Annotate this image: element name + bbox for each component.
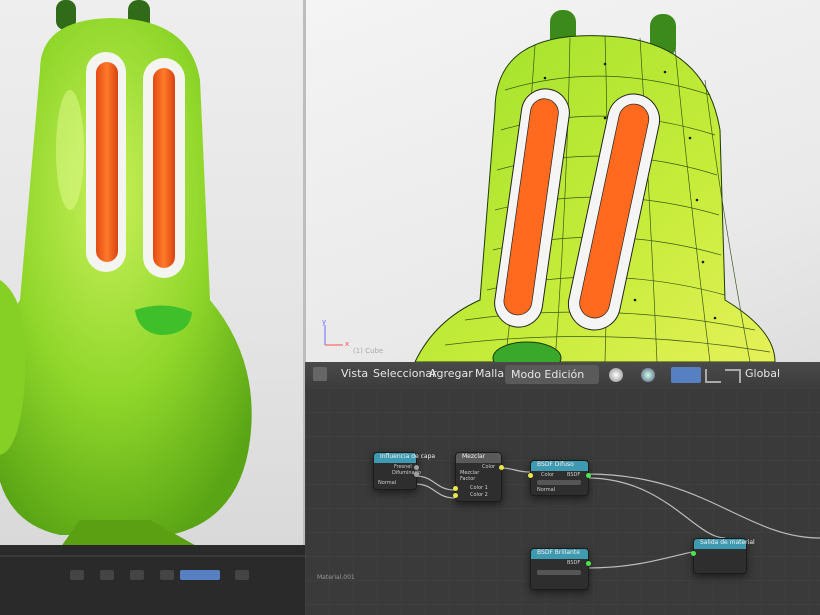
output-socket[interactable] — [586, 561, 591, 566]
input-socket[interactable] — [453, 486, 458, 491]
node-row: BSDF — [567, 472, 581, 478]
frame-field[interactable] — [180, 570, 220, 580]
play-back-icon[interactable] — [70, 570, 84, 580]
roughness-field[interactable] — [537, 570, 581, 575]
menu-malla[interactable]: Malla — [475, 367, 504, 380]
node-mix[interactable]: Mezclar Color Mezclar Factor Color 1 Col… — [453, 452, 504, 502]
node-bsdf-bottom[interactable]: BSDF Brillante BSDF — [530, 548, 591, 590]
3d-viewport[interactable]: y x (1) Cube — [305, 0, 820, 362]
input-socket[interactable] — [691, 551, 696, 556]
output-socket[interactable] — [499, 465, 504, 470]
viewport-menu-bar: Vista Seleccionar Agregar Malla Modo Edi… — [305, 362, 820, 388]
menu-agregar[interactable]: Agregar — [429, 367, 473, 380]
render-preview-panel — [0, 0, 305, 545]
material-label: Material.001 — [317, 574, 355, 581]
object-label: (1) Cube — [353, 347, 384, 355]
input-socket[interactable] — [528, 473, 533, 478]
pivot-icon[interactable] — [641, 368, 655, 382]
axis-y-label: y — [322, 318, 327, 326]
node-output-title: Salida de material — [700, 539, 755, 546]
node-mix-title: Mezclar — [462, 453, 486, 460]
rotate-icon[interactable] — [705, 369, 721, 383]
node-material-output[interactable]: Salida de material — [691, 538, 755, 574]
node-row: Color — [482, 464, 496, 470]
menu-vista[interactable]: Vista — [341, 367, 368, 380]
node-row: Color 1 — [470, 485, 488, 491]
node-row: BSDF — [567, 560, 581, 566]
output-socket[interactable] — [414, 472, 419, 477]
timeline-divider — [0, 555, 305, 557]
orientation-label[interactable]: Global — [745, 367, 780, 380]
node-bsdf-top[interactable]: BSDF Difuso BSDF Color Normal — [528, 460, 591, 496]
keyframe-icon[interactable] — [235, 570, 249, 580]
wireframe-mesh[interactable] — [305, 0, 820, 362]
mode-label: Modo Edición — [511, 368, 585, 381]
mode-dropdown[interactable]: Modo Edición — [505, 365, 599, 384]
node-layer-weight-title: Influencia de capa — [380, 453, 436, 460]
output-socket[interactable] — [586, 473, 591, 478]
editor-type-icon[interactable] — [313, 367, 327, 381]
scale-icon[interactable] — [725, 369, 741, 383]
step-forward-icon[interactable] — [130, 570, 144, 580]
input-socket[interactable] — [453, 493, 458, 498]
output-socket[interactable] — [414, 465, 419, 470]
play-icon[interactable] — [100, 570, 114, 580]
axis-x-label: x — [345, 340, 350, 348]
node-layer-weight[interactable]: Influencia de capa Fresnel Difuminado No… — [373, 452, 435, 490]
color-field[interactable] — [537, 480, 581, 485]
rendered-character-image — [0, 0, 252, 545]
node-row: Normal — [378, 480, 397, 486]
node-bsdf-bottom-title: BSDF Brillante — [537, 549, 580, 556]
node-row: Color — [541, 472, 555, 478]
node-bsdf-top-title: BSDF Difuso — [537, 461, 574, 468]
timeline-strip — [0, 545, 305, 615]
step-back-icon[interactable] — [160, 570, 174, 580]
menu-seleccionar[interactable]: Seleccionar — [373, 367, 437, 380]
transform-manipulator-icon[interactable] — [671, 367, 701, 383]
node-editor[interactable]: Influencia de capa Fresnel Difuminado No… — [305, 388, 820, 615]
node-row: Factor — [460, 476, 476, 482]
node-row: Color 2 — [470, 492, 488, 498]
shading-sphere-icon[interactable] — [609, 368, 623, 382]
node-row: Normal — [537, 487, 556, 493]
